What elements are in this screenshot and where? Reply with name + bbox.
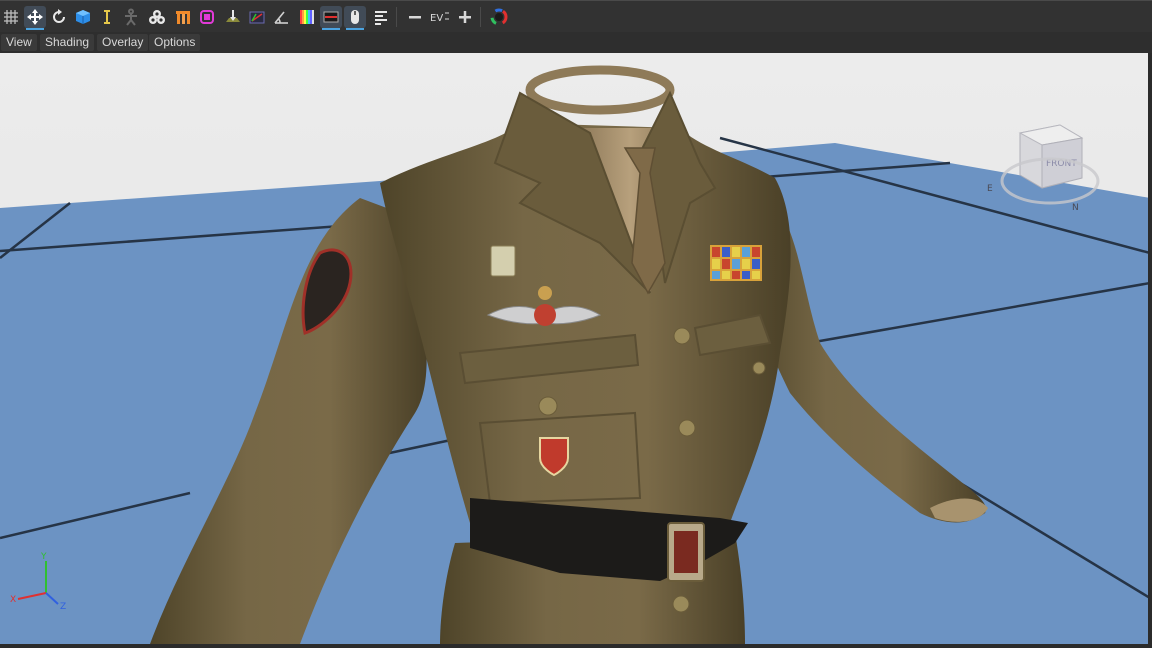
collar-badge bbox=[490, 245, 516, 277]
color-bars-icon[interactable] bbox=[296, 6, 318, 28]
viewport-scene: FRONT N E Y X Z bbox=[0, 65, 1148, 644]
axis-x-label: X bbox=[10, 595, 16, 605]
shelf-icon[interactable] bbox=[172, 6, 194, 28]
minus-icon[interactable] bbox=[404, 6, 426, 28]
display-icon[interactable] bbox=[320, 6, 342, 30]
viewport-menubar: View Shading Overlay Options bbox=[0, 32, 1152, 53]
move-icon[interactable] bbox=[24, 6, 46, 30]
cube-icon[interactable] bbox=[72, 6, 94, 28]
magenta-cube-icon[interactable] bbox=[196, 6, 218, 28]
toolbar-separator bbox=[396, 7, 397, 27]
ev-label: EV bbox=[430, 13, 443, 24]
ev-icon[interactable]: EV bbox=[428, 6, 452, 28]
collar-ring bbox=[525, 65, 675, 115]
grid-icon[interactable] bbox=[0, 6, 22, 28]
rotate-icon[interactable] bbox=[48, 6, 70, 28]
angle-icon[interactable] bbox=[270, 6, 292, 28]
plus-icon[interactable] bbox=[454, 6, 476, 28]
medal-ribbon-stripes bbox=[712, 247, 760, 279]
figure-icon[interactable] bbox=[120, 6, 142, 28]
compass-e: E bbox=[987, 184, 993, 194]
menu-options[interactable]: Options bbox=[149, 34, 201, 51]
3d-viewport[interactable]: FRONT N E Y X Z bbox=[0, 53, 1150, 644]
menu-overlay[interactable]: Overlay bbox=[97, 34, 149, 51]
viewport-toolbar: EV bbox=[0, 0, 1152, 32]
menu-view[interactable]: View bbox=[1, 34, 37, 51]
floor-icon[interactable] bbox=[222, 6, 244, 28]
group-icon[interactable] bbox=[146, 6, 168, 28]
align-left-icon[interactable] bbox=[370, 6, 392, 28]
mouse-icon[interactable] bbox=[344, 6, 366, 30]
axis-z-label: Z bbox=[60, 602, 66, 612]
viewport-bottom-border bbox=[0, 644, 1152, 648]
toolbar-separator bbox=[480, 7, 481, 27]
app-window: EV View Shading Overlay Options FRONT N … bbox=[0, 0, 1152, 648]
text-cursor-icon[interactable] bbox=[96, 6, 118, 28]
rgb-box-icon[interactable] bbox=[246, 6, 268, 28]
color-wheel-icon[interactable] bbox=[488, 6, 510, 28]
axis-y-label: Y bbox=[40, 552, 47, 562]
compass-n: N bbox=[1072, 203, 1079, 213]
menu-shading[interactable]: Shading bbox=[40, 34, 95, 51]
